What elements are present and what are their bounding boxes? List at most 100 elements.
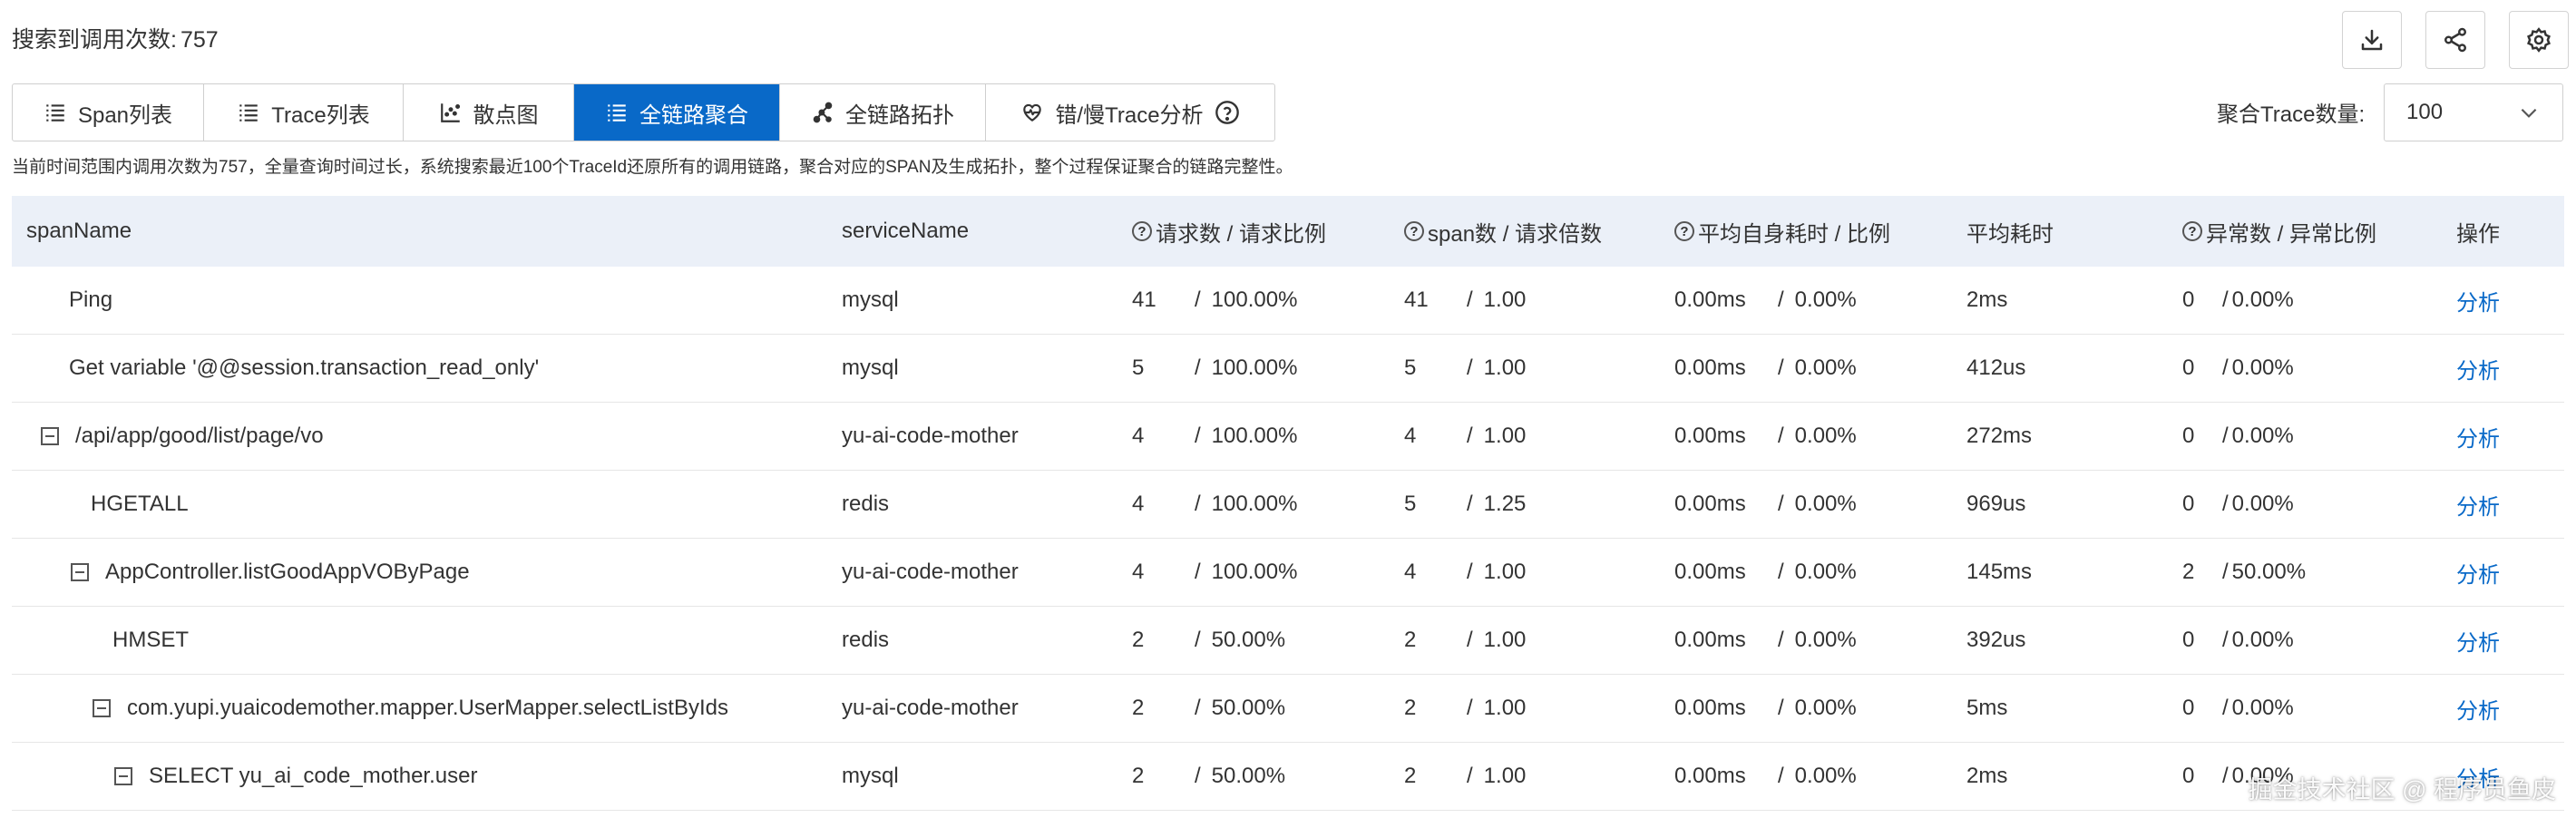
collapse-toggle[interactable] [114,767,132,785]
avg-time: 392us [1966,628,2026,652]
request-ratio: 100.00% [1211,424,1298,448]
self-time-ratio: 0.00% [1794,424,1857,448]
analyze-link[interactable]: 分析 [2456,539,2500,606]
self-time-ratio: 0.00% [1794,628,1857,652]
avg-time: 2ms [1966,287,2008,312]
header-self-time-label: 平均自身耗时 / 比例 [1698,221,1891,247]
tab-full-chain-aggregate[interactable]: 全链路聚合 [574,84,780,141]
separator: / [2222,560,2229,584]
separator: / [2222,287,2229,312]
request-ratio: 100.00% [1211,287,1298,312]
request-ratio: 50.00% [1211,628,1286,652]
collapse-toggle[interactable] [41,427,59,445]
error-ratio: 0.00% [2231,287,2294,312]
tab-span-list[interactable]: Span列表 [13,84,204,141]
avg-time: 412us [1966,355,2026,380]
collapse-toggle[interactable] [93,699,111,717]
span-multiple: 1.00 [1483,355,1527,380]
header-action: 操作 [2456,221,2500,247]
self-time: 0.00ms [1674,492,1746,516]
table-row: /api/app/good/list/page/vo yu-ai-code-mot… [12,403,2564,471]
analyze-link[interactable]: 分析 [2456,471,2500,538]
span-multiple-cell: / 1.25 [1456,471,1526,538]
help-icon[interactable] [1215,100,1240,125]
self-time: 0.00ms [1674,628,1746,652]
span-multiple: 1.00 [1483,424,1527,448]
separator: / [2222,696,2229,720]
tab-label: 全链路拓扑 [845,102,954,128]
tab-scatter[interactable]: 散点图 [404,84,574,141]
span-multiple: 1.00 [1483,696,1527,720]
gear-icon [2527,27,2551,53]
error-count: 0 [2182,492,2195,516]
separator: / [1467,492,1473,516]
analyze-link[interactable]: 分析 [2456,607,2500,674]
tab-label: 散点图 [473,102,539,128]
separator: / [2222,628,2229,652]
download-button[interactable] [2342,11,2402,69]
tab-full-chain-topology[interactable]: 全链路拓扑 [780,84,986,141]
table-row: SELECT yu_ai_code_mother.user mysql 2 / 50.0… [12,743,2564,811]
avg-time: 969us [1966,492,2026,516]
help-icon[interactable]: ? [1404,221,1424,241]
scatter-icon [440,103,460,122]
separator: / [1195,628,1201,652]
span-name-cell: AppController.listGoodAppVOByPage [71,539,470,606]
aggregate-table: spanName serviceName ? 请求数 / 请求比例 ? span数 … [12,196,2564,811]
span-name-cell: SELECT yu_ai_code_mother.user [114,743,477,810]
header-span-name: spanName [26,219,132,243]
analyze-link[interactable]: 分析 [2456,675,2500,742]
header-avg-time: 平均耗时 [1966,221,2054,247]
request-ratio: 100.00% [1211,492,1298,516]
table-body: Ping mysql 41/100.00% 41/1.00 0.00ms/0.00% 2m… [12,267,2564,811]
heartbeat-icon [1023,103,1042,122]
error-ratio: 0.00% [2231,492,2294,516]
share-icon [2444,27,2466,53]
span-count: 5 [1404,492,1417,516]
tab-error-slow-trace[interactable]: 错/慢Trace分析 [986,84,1274,141]
span-multiple-cell: / 1.00 [1456,267,1526,334]
tab-label: Trace列表 [271,102,370,128]
request-ratio-cell: / 100.00% [1184,403,1297,470]
help-icon[interactable]: ? [2182,221,2202,241]
error-count: 2 [2182,560,2195,584]
aggregate-count-select[interactable]: 100 [2384,83,2563,141]
request-ratio: 50.00% [1211,764,1286,788]
request-ratio-cell: / 100.00% [1184,335,1297,402]
service-name: mysql [842,355,899,380]
span-multiple: 1.00 [1483,764,1527,788]
share-button[interactable] [2425,11,2485,69]
request-count: 2 [1132,628,1145,652]
self-time-ratio: 0.00% [1794,492,1857,516]
request-count: 41 [1132,287,1156,312]
span-multiple-cell: / 1.00 [1456,403,1526,470]
chevron-down-icon [2521,108,2537,118]
self-time: 0.00ms [1674,287,1746,312]
separator: / [2222,424,2229,448]
separator: / [1195,696,1201,720]
help-icon[interactable]: ? [1674,221,1694,241]
collapse-toggle[interactable] [71,563,89,581]
span-name-cell: Ping [69,267,112,334]
analyze-link[interactable]: 分析 [2456,403,2500,470]
search-count-value: 757 [180,27,219,53]
span-name: /api/app/good/list/page/vo [75,424,324,448]
self-time-ratio: 0.00% [1794,696,1857,720]
error-ratio-cell: /0.00% [2222,403,2294,470]
tab-trace-list[interactable]: Trace列表 [204,84,404,141]
request-ratio-cell: / 100.00% [1184,471,1297,538]
help-icon[interactable]: ? [1132,221,1152,241]
separator: / [1778,696,1784,720]
span-name-cell: /api/app/good/list/page/vo [41,403,324,470]
analyze-link[interactable]: 分析 [2456,267,2500,334]
self-time-ratio-cell: / 0.00% [1767,607,1857,674]
service-name: mysql [842,287,899,312]
analyze-link[interactable]: 分析 [2456,335,2500,402]
span-multiple-cell: / 1.00 [1456,335,1526,402]
request-ratio-cell: / 50.00% [1184,675,1285,742]
self-time-ratio-cell: / 0.00% [1767,267,1857,334]
separator: / [1467,287,1473,312]
header-self-time: ? 平均自身耗时 / 比例 [1674,196,1890,267]
self-time-ratio-cell: / 0.00% [1767,539,1857,606]
settings-button[interactable] [2509,11,2569,69]
